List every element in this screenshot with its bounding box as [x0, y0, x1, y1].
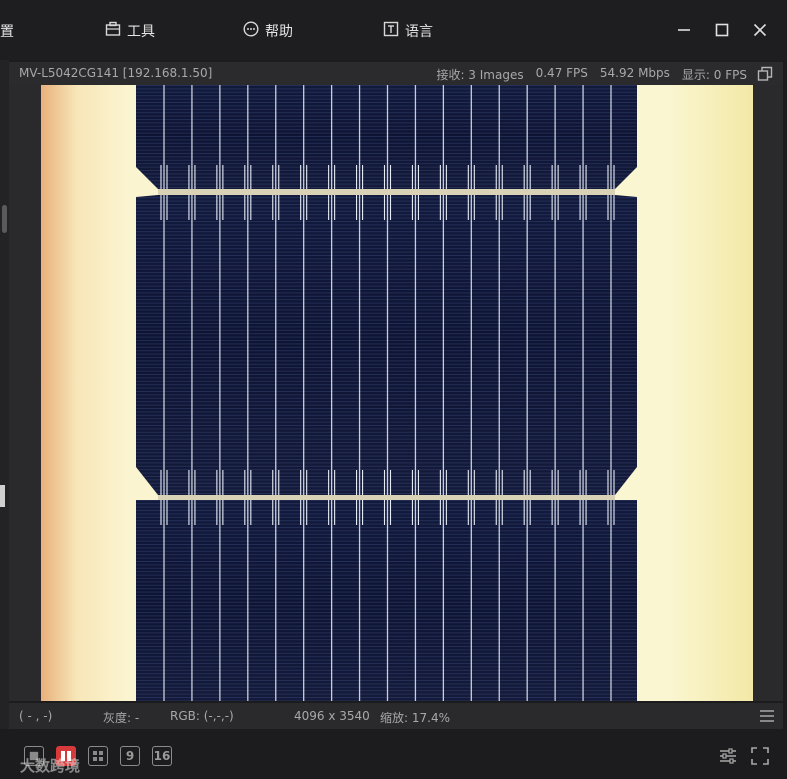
- image-viewer[interactable]: [9, 85, 783, 701]
- maximize-icon: [715, 23, 729, 37]
- menu-tools-label: 工具: [127, 24, 155, 40]
- minimize-icon: [678, 29, 690, 31]
- image-resolution: 4096 x 3540: [294, 709, 370, 723]
- language-icon: [383, 21, 399, 41]
- acquisition-fps: 0.47 FPS: [535, 66, 588, 80]
- grid-view-icon: [93, 751, 103, 761]
- camera-name: MV-L5042CG141 [192.168.1.50]: [19, 66, 213, 80]
- layout-4-button[interactable]: [88, 746, 108, 766]
- left-scrollbar[interactable]: [2, 205, 7, 233]
- left-panel-edge: [0, 60, 9, 779]
- status-bar: ( - , -) 灰度: - RGB: (-,-,-) 4096 x 3540 …: [9, 703, 783, 729]
- restore-icon[interactable]: [757, 66, 773, 82]
- camera-header: MV-L5042CG141 [192.168.1.50] 接收: 3 Image…: [9, 62, 783, 85]
- cursor-coords: ( - , -): [19, 709, 53, 723]
- layout-toolbar: 9 16 大数跨境: [0, 729, 787, 779]
- menu-help-label: 帮助: [265, 24, 293, 40]
- menu-item-help[interactable]: 帮助: [243, 20, 293, 42]
- menu-language-label: 语言: [405, 24, 433, 40]
- settings-icon[interactable]: [718, 746, 738, 766]
- menu-item-settings[interactable]: 置: [0, 20, 14, 42]
- close-button[interactable]: [749, 19, 771, 41]
- menu-settings-label: 置: [0, 24, 14, 40]
- menu-item-language[interactable]: 语言: [383, 20, 433, 42]
- layout-9-button[interactable]: 9: [120, 746, 140, 766]
- menu-icon[interactable]: [759, 709, 775, 723]
- maximize-button[interactable]: [711, 19, 733, 41]
- menu-item-tools[interactable]: 工具: [105, 20, 155, 42]
- watermark: 大数跨境: [20, 757, 81, 775]
- display-fps: 显示: 0 FPS: [681, 68, 747, 82]
- received-count: 接收: 3 Images: [436, 68, 524, 82]
- layout-16-button[interactable]: 16: [152, 746, 172, 766]
- tools-icon: [105, 21, 121, 41]
- gray-value: 灰度: -: [103, 711, 140, 725]
- camera-stats: 接收: 3 Images 0.47 FPS 54.92 Mbps 显示: 0 F…: [436, 66, 747, 83]
- bandwidth: 54.92 Mbps: [599, 66, 670, 80]
- rgb-value: RGB: (-,-,-): [170, 709, 234, 723]
- close-icon: [753, 23, 767, 37]
- title-bar: 置 工具 帮助 语言: [0, 0, 787, 60]
- minimize-button[interactable]: [673, 19, 695, 41]
- zoom-level: 缩放: 17.4%: [380, 711, 450, 725]
- solar-cell-image: [9, 85, 783, 701]
- left-panel-handle[interactable]: [0, 485, 5, 507]
- help-icon: [243, 21, 259, 41]
- fullscreen-icon[interactable]: [750, 746, 770, 766]
